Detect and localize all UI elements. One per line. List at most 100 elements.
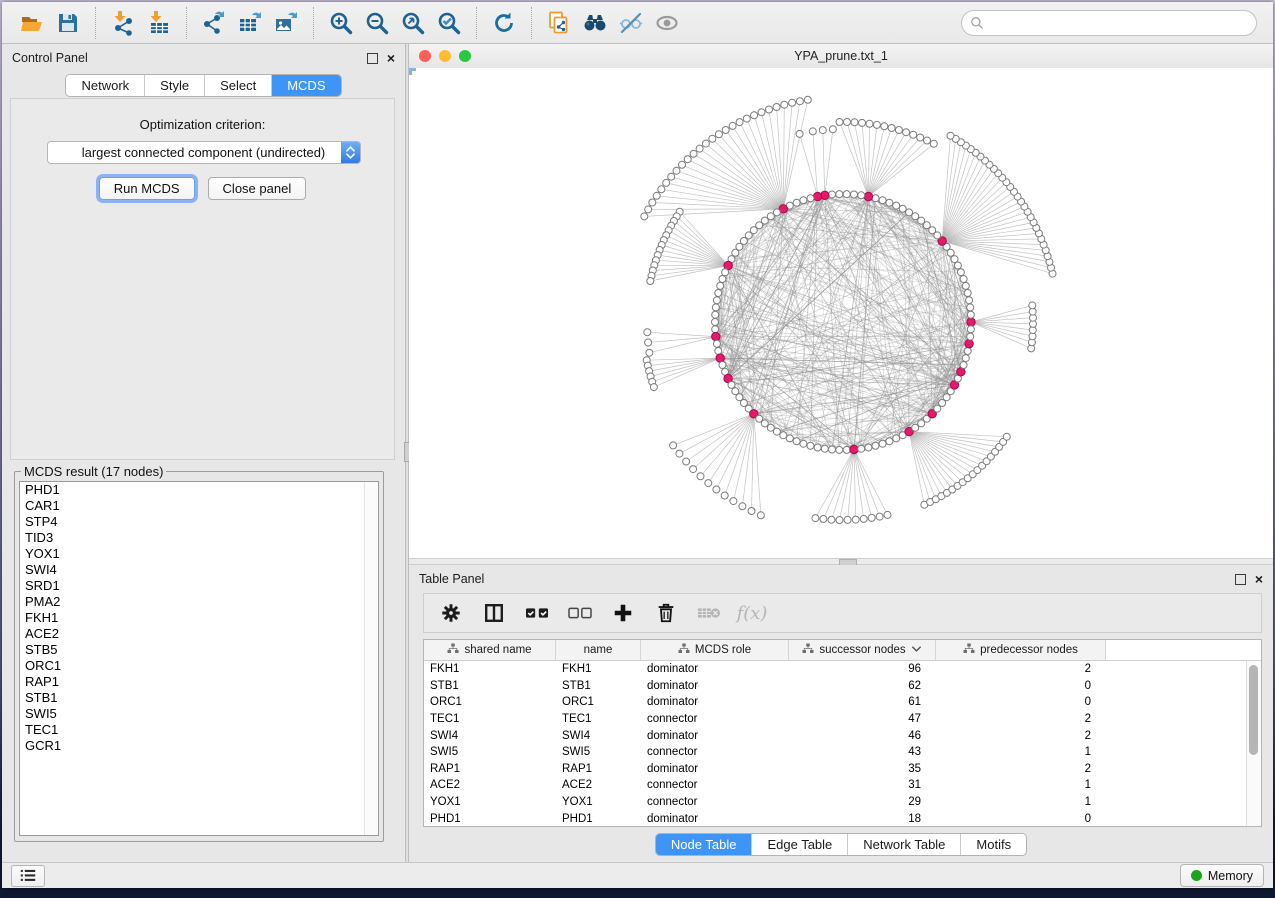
cell-shared-name[interactable]: ACE2 (424, 779, 556, 791)
tab-mcds[interactable]: MCDS (271, 75, 340, 96)
mcds-result-item[interactable]: PMA2 (20, 594, 378, 610)
cell-MCDS-role[interactable]: dominator (641, 813, 789, 825)
deselect-all-rows-icon[interactable] (563, 598, 597, 628)
column-header-predecessor-nodes[interactable]: predecessor nodes (936, 640, 1106, 660)
cell-predecessor-nodes[interactable]: 2 (936, 663, 1106, 675)
tab-network-table[interactable]: Network Table (847, 834, 960, 855)
zoom-out-icon[interactable] (359, 6, 395, 40)
cell-MCDS-role[interactable]: connector (641, 713, 789, 725)
mcds-result-item[interactable]: SWI5 (20, 706, 378, 722)
cell-shared-name[interactable]: FKH1 (424, 663, 556, 675)
cell-MCDS-role[interactable]: dominator (641, 663, 789, 675)
hide-selected-icon[interactable] (613, 6, 649, 40)
cell-MCDS-role[interactable]: dominator (641, 730, 789, 742)
cell-predecessor-nodes[interactable]: 2 (936, 730, 1106, 742)
column-header-MCDS-role[interactable]: MCDS role (641, 640, 789, 660)
cell-predecessor-nodes[interactable]: 0 (936, 813, 1106, 825)
cell-name[interactable]: PHD1 (556, 813, 641, 825)
mcds-result-item[interactable]: FKH1 (20, 610, 378, 626)
cell-successor-nodes[interactable]: 35 (789, 763, 936, 775)
cell-shared-name[interactable]: RAP1 (424, 763, 556, 775)
cell-MCDS-role[interactable]: dominator (641, 696, 789, 708)
table-scrollbar[interactable] (1246, 661, 1261, 826)
cell-predecessor-nodes[interactable]: 1 (936, 796, 1106, 808)
add-column-icon[interactable] (606, 598, 640, 628)
cell-shared-name[interactable]: ORC1 (424, 696, 556, 708)
cell-successor-nodes[interactable]: 62 (789, 680, 936, 692)
column-header-successor-nodes[interactable]: successor nodes (789, 640, 936, 660)
duplicate-network-icon[interactable] (541, 6, 577, 40)
cell-successor-nodes[interactable]: 43 (789, 746, 936, 758)
mcds-result-item[interactable]: PHD1 (20, 482, 378, 498)
table-scrollbar-thumb[interactable] (1249, 665, 1258, 755)
cell-successor-nodes[interactable]: 18 (789, 813, 936, 825)
cell-name[interactable]: RAP1 (556, 763, 641, 775)
task-history-button[interactable] (11, 865, 45, 887)
mcds-result-item[interactable]: RAP1 (20, 674, 378, 690)
zoom-fit-icon[interactable] (395, 6, 431, 40)
cell-shared-name[interactable]: TEC1 (424, 713, 556, 725)
cell-predecessor-nodes[interactable]: 2 (936, 763, 1106, 775)
cell-shared-name[interactable]: STB1 (424, 680, 556, 692)
tab-style[interactable]: Style (144, 75, 204, 96)
cell-MCDS-role[interactable]: dominator (641, 763, 789, 775)
float-panel-icon[interactable] (367, 53, 378, 64)
cell-predecessor-nodes[interactable]: 0 (936, 696, 1106, 708)
mcds-result-item[interactable]: ORC1 (20, 658, 378, 674)
refresh-icon[interactable] (486, 6, 522, 40)
table-row[interactable]: SWI4SWI4dominator462 (424, 727, 1261, 744)
mcds-result-item[interactable]: ACE2 (20, 626, 378, 642)
mcds-result-item[interactable]: SRD1 (20, 578, 378, 594)
cell-successor-nodes[interactable]: 31 (789, 779, 936, 791)
export-network-icon[interactable] (196, 6, 232, 40)
mcds-result-item[interactable]: TID3 (20, 530, 378, 546)
tab-network[interactable]: Network (66, 75, 144, 96)
cell-name[interactable]: SWI4 (556, 730, 641, 742)
run-mcds-button[interactable]: Run MCDS (99, 177, 195, 200)
cell-name[interactable]: ORC1 (556, 696, 641, 708)
column-layout-icon[interactable] (477, 598, 511, 628)
float-panel-icon[interactable] (1235, 574, 1246, 585)
zoom-in-icon[interactable] (323, 6, 359, 40)
tab-select[interactable]: Select (204, 75, 271, 96)
cell-shared-name[interactable]: SWI5 (424, 746, 556, 758)
save-session-icon[interactable] (50, 6, 86, 40)
delete-column-icon[interactable] (649, 598, 683, 628)
cell-MCDS-role[interactable]: dominator (641, 680, 789, 692)
cell-shared-name[interactable]: SWI4 (424, 730, 556, 742)
tab-node-table[interactable]: Node Table (656, 834, 752, 855)
mcds-result-item[interactable]: STP4 (20, 514, 378, 530)
mcds-result-list[interactable]: PHD1CAR1STP4TID3YOX1SWI4SRD1PMA2FKH1ACE2… (19, 481, 379, 836)
cell-name[interactable]: FKH1 (556, 663, 641, 675)
close-panel-button[interactable]: Close panel (208, 177, 307, 200)
cell-successor-nodes[interactable]: 96 (789, 663, 936, 675)
table-row[interactable]: PHD1PHD1dominator180 (424, 810, 1261, 827)
show-all-icon[interactable] (649, 6, 685, 40)
tab-edge-table[interactable]: Edge Table (751, 834, 847, 855)
table-row[interactable]: FKH1FKH1dominator962 (424, 661, 1261, 678)
mcds-result-item[interactable]: TEC1 (20, 722, 378, 738)
cell-predecessor-nodes[interactable]: 1 (936, 746, 1106, 758)
cell-successor-nodes[interactable]: 47 (789, 713, 936, 725)
close-panel-icon[interactable]: × (1255, 574, 1263, 584)
cell-name[interactable]: ACE2 (556, 779, 641, 791)
close-panel-icon[interactable]: × (387, 53, 395, 63)
cell-name[interactable]: YOX1 (556, 796, 641, 808)
search-input[interactable] (961, 10, 1257, 36)
mcds-result-item[interactable]: STB5 (20, 642, 378, 658)
table-row[interactable]: SWI5SWI5connector431 (424, 744, 1261, 761)
criterion-dropdown[interactable]: largest connected component (undirected) (47, 141, 361, 164)
mcds-result-item[interactable]: SWI4 (20, 562, 378, 578)
table-row[interactable]: RAP1RAP1dominator352 (424, 761, 1261, 778)
table-settings-gear-icon[interactable] (434, 598, 468, 628)
node-table[interactable]: shared namenameMCDS rolesuccessor nodesp… (423, 639, 1262, 827)
horizontal-splitter[interactable] (409, 558, 1273, 565)
cell-predecessor-nodes[interactable]: 2 (936, 713, 1106, 725)
mcds-result-item[interactable]: GCR1 (20, 738, 378, 754)
table-row[interactable]: ACE2ACE2connector311 (424, 777, 1261, 794)
cell-name[interactable]: TEC1 (556, 713, 641, 725)
mcds-list-scrollbar[interactable] (364, 482, 378, 835)
cell-name[interactable]: STB1 (556, 680, 641, 692)
mcds-result-item[interactable]: STB1 (20, 690, 378, 706)
zoom-selected-icon[interactable] (431, 6, 467, 40)
